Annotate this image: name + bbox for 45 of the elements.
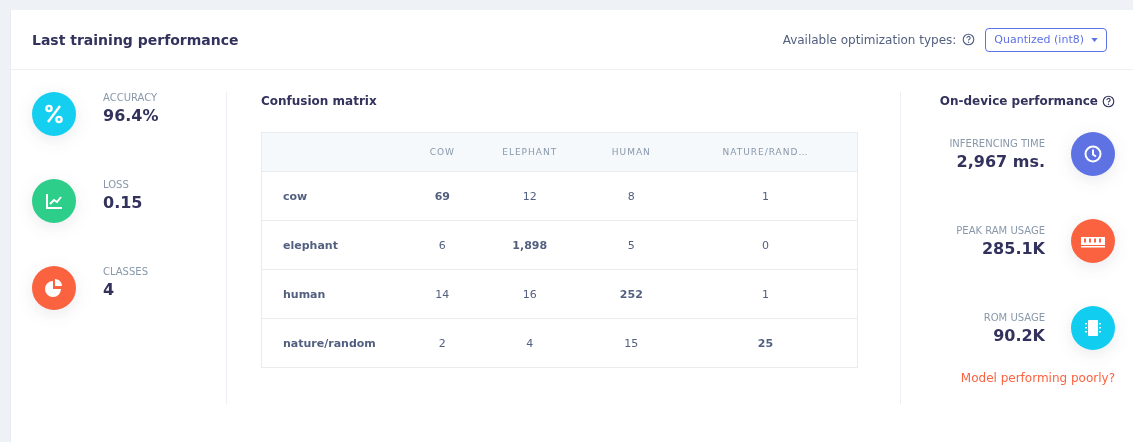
metric-value: 96.4%	[103, 106, 159, 125]
metric-label: INFERENCING TIME	[949, 137, 1045, 149]
column-header: ELEPHANT	[502, 147, 558, 157]
row-label: nature/random	[283, 336, 376, 350]
table-cell: 0	[761, 238, 769, 252]
metric-label: CLASSES	[103, 266, 148, 277]
row-label: cow	[283, 189, 308, 203]
metric-value: 4	[103, 280, 116, 299]
metric-label: PEAK RAM USAGE	[956, 224, 1045, 236]
metric-label: ACCURACY	[103, 92, 159, 103]
table-cell: 8	[627, 189, 635, 203]
metric-value: 2,967 ms.	[956, 151, 1045, 171]
column-header: COW	[429, 147, 455, 157]
metric-value: 90.2K	[993, 325, 1045, 345]
table-cell: 1	[761, 287, 769, 301]
help-icon[interactable]	[1102, 94, 1115, 108]
row-label: human	[283, 287, 326, 301]
table-cell: 252	[619, 287, 643, 301]
optimization-dropdown[interactable]: Quantized (int8)	[985, 27, 1107, 52]
table-cell: 2	[438, 336, 446, 350]
table-cell: 4	[526, 336, 534, 350]
card-title: Last training performance	[32, 31, 239, 48]
table-cell: 5	[627, 238, 635, 252]
table-cell: 16	[522, 287, 537, 301]
optimization-label: Available optimization types:	[782, 32, 957, 47]
table-cell: 12	[522, 189, 537, 203]
row-label: elephant	[283, 238, 338, 252]
section-title: On-device performance	[939, 94, 1098, 108]
table-cell: 6	[438, 238, 446, 252]
table-cell: 15	[624, 336, 639, 350]
caret-icon	[1091, 37, 1098, 42]
metric-value: 0.15	[103, 193, 143, 212]
help-link[interactable]: Model performing poorly?	[960, 371, 1115, 385]
metric-value: 285.1K	[982, 238, 1045, 258]
table-cell: 1	[761, 189, 769, 203]
metric-label: LOSS	[103, 179, 130, 190]
table-cell: 69	[434, 189, 450, 203]
column-header: NATURE/RAND…	[722, 147, 809, 157]
help-icon[interactable]	[962, 33, 976, 46]
table-cell: 25	[757, 336, 774, 350]
table-cell: 14	[435, 287, 450, 301]
section-title: Confusion matrix	[261, 94, 378, 108]
metric-label: ROM USAGE	[983, 311, 1045, 323]
table-cell: 1,898	[512, 238, 548, 252]
column-header: HUMAN	[611, 147, 651, 157]
